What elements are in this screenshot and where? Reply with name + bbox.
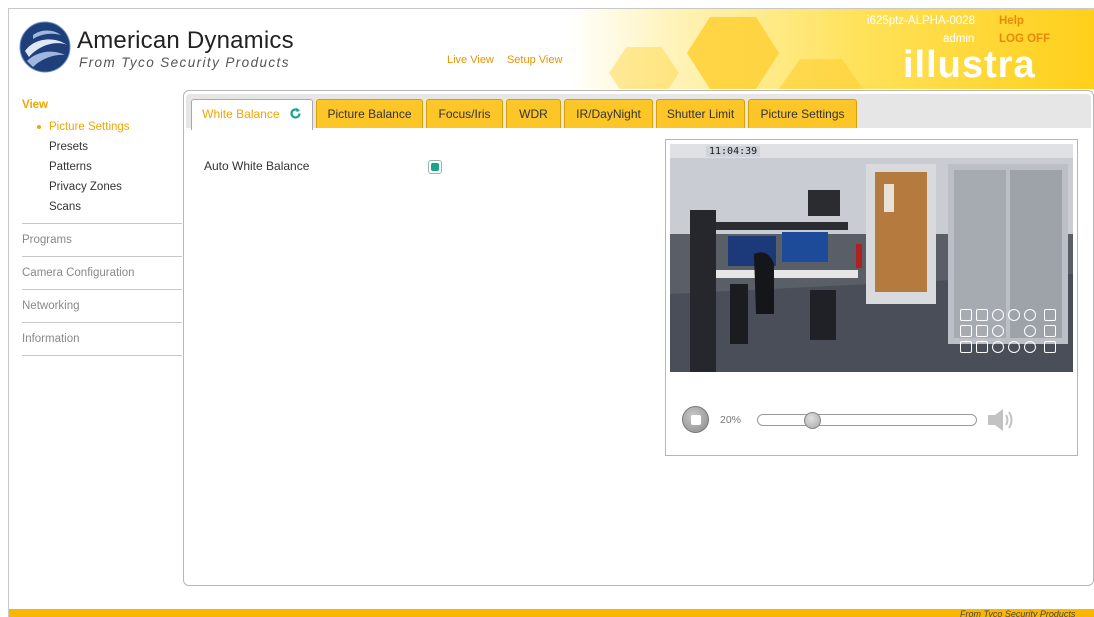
- tab-white-balance[interactable]: White Balance: [191, 99, 313, 130]
- refresh-icon[interactable]: [289, 107, 302, 120]
- brand-subtitle: From Tyco Security Products: [79, 55, 290, 70]
- footer-text: From Tyco Security Products: [960, 609, 1076, 617]
- zoom-out-icon[interactable]: [960, 341, 972, 353]
- app-frame: American Dynamics From Tyco Security Pro…: [8, 8, 1094, 617]
- home-icon[interactable]: [1024, 341, 1036, 353]
- speaker-icon[interactable]: [987, 407, 1017, 433]
- tab-bar: White Balance Picture Balance Focus/Iris…: [186, 94, 1091, 130]
- device-name: i625ptz-ALPHA-0028: [867, 15, 976, 27]
- tab-label: White Balance: [202, 107, 280, 121]
- tab-ir-daynight[interactable]: IR/DayNight: [564, 99, 653, 128]
- pan-up-icon[interactable]: [1008, 309, 1020, 321]
- iris-close-icon[interactable]: [992, 341, 1004, 353]
- settings-panel: White Balance Picture Balance Focus/Iris…: [183, 90, 1094, 586]
- video-preview-box: 11:04:39 20%: [665, 139, 1078, 456]
- preset-remove-icon[interactable]: [1044, 341, 1056, 353]
- auto-white-balance-label: Auto White Balance: [204, 159, 310, 173]
- tab-picture-balance[interactable]: Picture Balance: [316, 99, 423, 128]
- globe-logo-icon: [19, 21, 71, 73]
- sidebar-section-information[interactable]: Information: [22, 322, 182, 355]
- zoom-in-icon[interactable]: [960, 309, 972, 321]
- tab-wdr[interactable]: WDR: [506, 99, 561, 128]
- top-nav: Live View Setup View: [447, 54, 572, 66]
- volume-slider-thumb[interactable]: [804, 412, 821, 429]
- pan-left-icon[interactable]: [992, 325, 1004, 337]
- sidebar-item-privacy-zones[interactable]: Privacy Zones: [22, 177, 182, 197]
- sidebar-section-camera-configuration[interactable]: Camera Configuration: [22, 256, 182, 289]
- ptz-control-overlay: [960, 309, 1064, 355]
- pan-right-icon[interactable]: [1024, 325, 1036, 337]
- illustra-logo: illustra: [903, 44, 1036, 86]
- sidebar-item-picture-settings[interactable]: Picture Settings: [22, 117, 182, 137]
- audio-controls: 20%: [682, 406, 1062, 436]
- tab-picture-settings[interactable]: Picture Settings: [748, 99, 857, 128]
- auto-white-balance-checkbox[interactable]: [428, 160, 442, 174]
- volume-percent: 20%: [720, 414, 742, 426]
- iris-open-icon[interactable]: [992, 309, 1004, 321]
- camera-video-feed[interactable]: 11:04:39: [670, 144, 1073, 372]
- sidebar-item-presets[interactable]: Presets: [22, 137, 182, 157]
- footer-bar: [9, 609, 1094, 617]
- header: American Dynamics From Tyco Security Pro…: [9, 9, 1094, 89]
- stop-icon[interactable]: [682, 406, 709, 433]
- focus-auto-icon[interactable]: [976, 325, 988, 337]
- tilt-icon[interactable]: [1024, 309, 1036, 321]
- snapshot-icon[interactable]: [960, 325, 972, 337]
- sidebar-section-programs[interactable]: Programs: [22, 223, 182, 256]
- tab-shutter-limit[interactable]: Shutter Limit: [656, 99, 745, 128]
- sidebar-item-scans[interactable]: Scans: [22, 197, 182, 217]
- volume-slider[interactable]: [757, 412, 977, 429]
- nav-live-view[interactable]: Live View: [447, 54, 494, 66]
- focus-near-icon[interactable]: [976, 309, 988, 321]
- settings-icon[interactable]: [1044, 325, 1056, 337]
- sidebar-section-networking[interactable]: Networking: [22, 289, 182, 322]
- preset-add-icon[interactable]: [1044, 309, 1056, 321]
- pan-down-icon[interactable]: [1008, 341, 1020, 353]
- sidebar-item-patterns[interactable]: Patterns: [22, 157, 182, 177]
- tab-focus-iris[interactable]: Focus/Iris: [426, 99, 503, 128]
- focus-far-icon[interactable]: [976, 341, 988, 353]
- sidebar-section-view[interactable]: View: [22, 99, 182, 117]
- nav-setup-view[interactable]: Setup View: [507, 54, 562, 66]
- video-timestamp: 11:04:39: [706, 146, 761, 157]
- brand-name: American Dynamics: [77, 27, 294, 54]
- help-link[interactable]: Help: [999, 15, 1024, 27]
- sidebar: View Picture Settings Presets Patterns P…: [22, 99, 182, 356]
